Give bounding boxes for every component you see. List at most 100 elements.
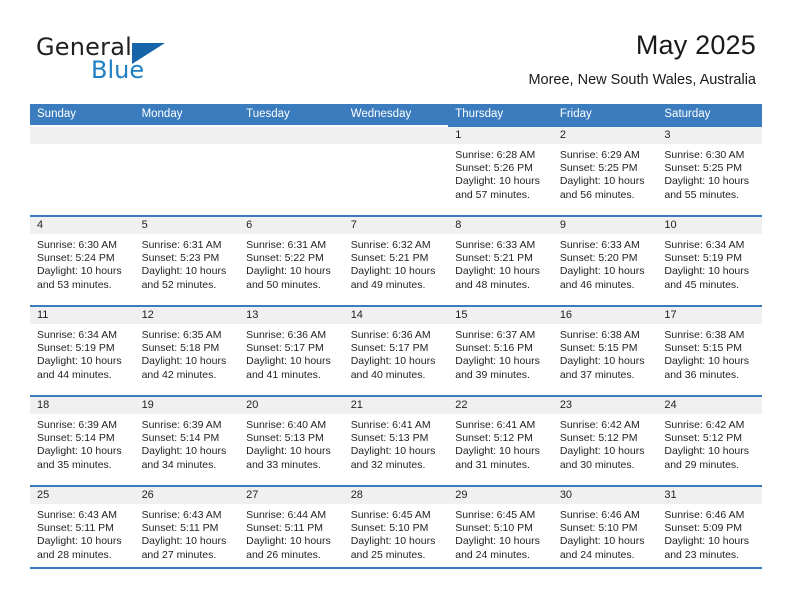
day-number: 27 [239,487,344,504]
day-details: Sunrise: 6:39 AM Sunset: 5:14 PM Daylight:… [30,414,135,472]
calendar-day-cell[interactable]: 7 Sunrise: 6:32 AM Sunset: 5:21 PM Daylight… [343,215,449,305]
calendar-day-cell[interactable]: 11 Sunrise: 6:34 AM Sunset: 5:19 PM Dayligh… [30,305,135,395]
day-cell-inner: 13 Sunrise: 6:36 AM Sunset: 5:17 PM Dayligh… [239,305,344,395]
day-cell-inner [239,125,344,215]
calendar-day-cell[interactable]: 17 Sunrise: 6:38 AM Sunset: 5:15 PM Dayligh… [657,305,762,395]
calendar-week-row: 25 Sunrise: 6:43 AM Sunset: 5:11 PM Dayligh… [30,485,762,575]
daylight-text: Daylight: 10 hours and 30 minutes. [559,445,645,471]
day-details: Sunrise: 6:33 AM Sunset: 5:21 PM Daylight:… [448,234,553,292]
day-cell-inner: 23 Sunrise: 6:42 AM Sunset: 5:12 PM Dayligh… [552,395,658,485]
calendar-day-cell[interactable]: 2 Sunrise: 6:29 AM Sunset: 5:25 PM Daylight… [552,125,658,215]
calendar-day-cell[interactable]: 12 Sunrise: 6:35 AM Sunset: 5:18 PM Dayligh… [134,305,240,395]
calendar-day-cell[interactable]: 20 Sunrise: 6:40 AM Sunset: 5:13 PM Dayligh… [239,395,344,485]
sunrise-text: Sunrise: 6:38 AM [559,329,640,341]
weekday-header-tuesday: Tuesday [239,104,344,125]
calendar-day-cell[interactable]: 1 Sunrise: 6:28 AM Sunset: 5:26 PM Daylight… [448,125,553,215]
weekday-header-sunday: Sunday [30,104,135,125]
sunrise-text: Sunrise: 6:30 AM [664,149,745,161]
daylight-text: Daylight: 10 hours and 46 minutes. [559,265,645,291]
day-details: Sunrise: 6:45 AM Sunset: 5:10 PM Daylight:… [344,504,449,562]
sunset-text: Sunset: 5:11 PM [246,522,323,535]
calendar-day-cell[interactable]: 21 Sunrise: 6:41 AM Sunset: 5:13 PM Dayligh… [343,395,449,485]
day-cell-inner: 2 Sunrise: 6:29 AM Sunset: 5:25 PM Daylight… [552,125,658,215]
day-details: Sunrise: 6:46 AM Sunset: 5:09 PM Daylight:… [657,504,762,562]
calendar-day-cell[interactable]: 18 Sunrise: 6:39 AM Sunset: 5:14 PM Dayligh… [30,395,135,485]
day-details [30,144,135,149]
sunset-text: Sunset: 5:15 PM [559,342,638,355]
sunrise-text: Sunrise: 6:45 AM [455,509,536,521]
day-cell-inner: 6 Sunrise: 6:31 AM Sunset: 5:22 PM Daylight… [239,215,344,305]
calendar-day-cell[interactable]: 26 Sunrise: 6:43 AM Sunset: 5:11 PM Dayligh… [134,485,240,575]
sunrise-text: Sunrise: 6:33 AM [559,239,640,251]
daylight-text: Daylight: 10 hours and 28 minutes. [37,535,122,561]
sunrise-text: Sunrise: 6:40 AM [246,419,327,431]
sunset-text: Sunset: 5:21 PM [350,252,429,265]
sunset-text: Sunset: 5:19 PM [664,252,743,265]
calendar-day-cell[interactable]: 16 Sunrise: 6:38 AM Sunset: 5:15 PM Dayligh… [552,305,658,395]
calendar-day-cell[interactable]: 6 Sunrise: 6:31 AM Sunset: 5:22 PM Daylight… [239,215,344,305]
sunset-text: Sunset: 5:26 PM [455,162,533,175]
sunset-text: Sunset: 5:17 PM [350,342,429,355]
sunset-text: Sunset: 5:10 PM [455,522,533,535]
daylight-text: Daylight: 10 hours and 37 minutes. [559,355,645,381]
calendar-day-cell[interactable]: 13 Sunrise: 6:36 AM Sunset: 5:17 PM Dayligh… [239,305,344,395]
calendar-day-cell[interactable]: 23 Sunrise: 6:42 AM Sunset: 5:12 PM Dayligh… [552,395,658,485]
calendar-day-cell[interactable]: 10 Sunrise: 6:34 AM Sunset: 5:19 PM Dayligh… [657,215,762,305]
day-number: 29 [448,487,553,504]
calendar-day-cell[interactable]: 9 Sunrise: 6:33 AM Sunset: 5:20 PM Daylight… [552,215,658,305]
calendar-day-cell[interactable]: 31 Sunrise: 6:46 AM Sunset: 5:09 PM Dayligh… [657,485,762,575]
day-number: 14 [343,307,449,324]
day-details: Sunrise: 6:33 AM Sunset: 5:20 PM Daylight:… [553,234,658,292]
day-cell-inner: 27 Sunrise: 6:44 AM Sunset: 5:11 PM Dayligh… [239,485,344,575]
calendar-day-cell[interactable]: 27 Sunrise: 6:44 AM Sunset: 5:11 PM Dayligh… [239,485,344,575]
sunset-text: Sunset: 5:13 PM [350,432,429,445]
day-details: Sunrise: 6:30 AM Sunset: 5:25 PM Daylight:… [657,144,762,202]
sunrise-text: Sunrise: 6:31 AM [246,239,327,251]
day-details: Sunrise: 6:36 AM Sunset: 5:17 PM Daylight:… [344,324,449,382]
day-number: 19 [134,397,240,414]
daylight-text: Daylight: 10 hours and 42 minutes. [141,355,227,381]
sunrise-text: Sunrise: 6:34 AM [37,329,117,341]
calendar-day-cell[interactable]: 24 Sunrise: 6:42 AM Sunset: 5:12 PM Dayligh… [657,395,762,485]
calendar-day-cell[interactable]: 4 Sunrise: 6:30 AM Sunset: 5:24 PM Daylight… [30,215,135,305]
daylight-text: Daylight: 10 hours and 27 minutes. [141,535,227,561]
calendar-day-cell[interactable]: 15 Sunrise: 6:37 AM Sunset: 5:16 PM Dayligh… [448,305,553,395]
sunset-text: Sunset: 5:10 PM [559,522,638,535]
day-details: Sunrise: 6:31 AM Sunset: 5:23 PM Daylight:… [135,234,240,292]
day-details: Sunrise: 6:39 AM Sunset: 5:14 PM Daylight:… [135,414,240,472]
calendar-day-cell[interactable]: 29 Sunrise: 6:45 AM Sunset: 5:10 PM Dayligh… [448,485,553,575]
calendar-day-cell[interactable]: 3 Sunrise: 6:30 AM Sunset: 5:25 PM Daylight… [657,125,762,215]
daylight-text: Daylight: 10 hours and 57 minutes. [455,175,540,201]
day-cell-inner: 16 Sunrise: 6:38 AM Sunset: 5:15 PM Dayligh… [552,305,658,395]
sunset-text: Sunset: 5:20 PM [559,252,638,265]
calendar-day-cell[interactable]: 22 Sunrise: 6:41 AM Sunset: 5:12 PM Dayligh… [448,395,553,485]
page-header: General Blue May 2025 Moree, New South W… [36,28,756,100]
day-cell-inner: 4 Sunrise: 6:30 AM Sunset: 5:24 PM Daylight… [30,215,135,305]
weekday-header-saturday: Saturday [657,104,762,125]
brand-logo[interactable]: General Blue [36,34,236,90]
sunrise-text: Sunrise: 6:36 AM [350,329,431,341]
calendar-day-cell[interactable]: 25 Sunrise: 6:43 AM Sunset: 5:11 PM Dayligh… [30,485,135,575]
calendar-day-cell[interactable]: 19 Sunrise: 6:39 AM Sunset: 5:14 PM Dayligh… [134,395,240,485]
calendar-day-cell[interactable]: 8 Sunrise: 6:33 AM Sunset: 5:21 PM Daylight… [448,215,553,305]
sunset-text: Sunset: 5:16 PM [455,342,533,355]
calendar-day-cell[interactable]: 28 Sunrise: 6:45 AM Sunset: 5:10 PM Dayligh… [343,485,449,575]
calendar-day-cell[interactable]: 14 Sunrise: 6:36 AM Sunset: 5:17 PM Dayligh… [343,305,449,395]
calendar-day-cell-empty [134,125,240,215]
sunrise-text: Sunrise: 6:30 AM [37,239,117,251]
day-details: Sunrise: 6:30 AM Sunset: 5:24 PM Daylight:… [30,234,135,292]
calendar-day-cell-empty [343,125,449,215]
weekday-header-row: Sunday Monday Tuesday Wednesday Thursday Frid… [30,104,762,125]
day-number: 3 [657,127,762,144]
daylight-text: Daylight: 10 hours and 44 minutes. [37,355,122,381]
day-cell-inner: 29 Sunrise: 6:45 AM Sunset: 5:10 PM Dayligh… [448,485,553,575]
calendar-day-cell[interactable]: 5 Sunrise: 6:31 AM Sunset: 5:23 PM Daylight… [134,215,240,305]
day-cell-inner: 22 Sunrise: 6:41 AM Sunset: 5:12 PM Dayligh… [448,395,553,485]
sunrise-text: Sunrise: 6:28 AM [455,149,536,161]
daylight-text: Daylight: 10 hours and 56 minutes. [559,175,645,201]
calendar-day-cell[interactable]: 30 Sunrise: 6:46 AM Sunset: 5:10 PM Dayligh… [552,485,658,575]
daylight-text: Daylight: 10 hours and 23 minutes. [664,535,750,561]
day-number: 5 [134,217,240,234]
day-details: Sunrise: 6:45 AM Sunset: 5:10 PM Daylight:… [448,504,553,562]
day-number: 9 [552,217,658,234]
